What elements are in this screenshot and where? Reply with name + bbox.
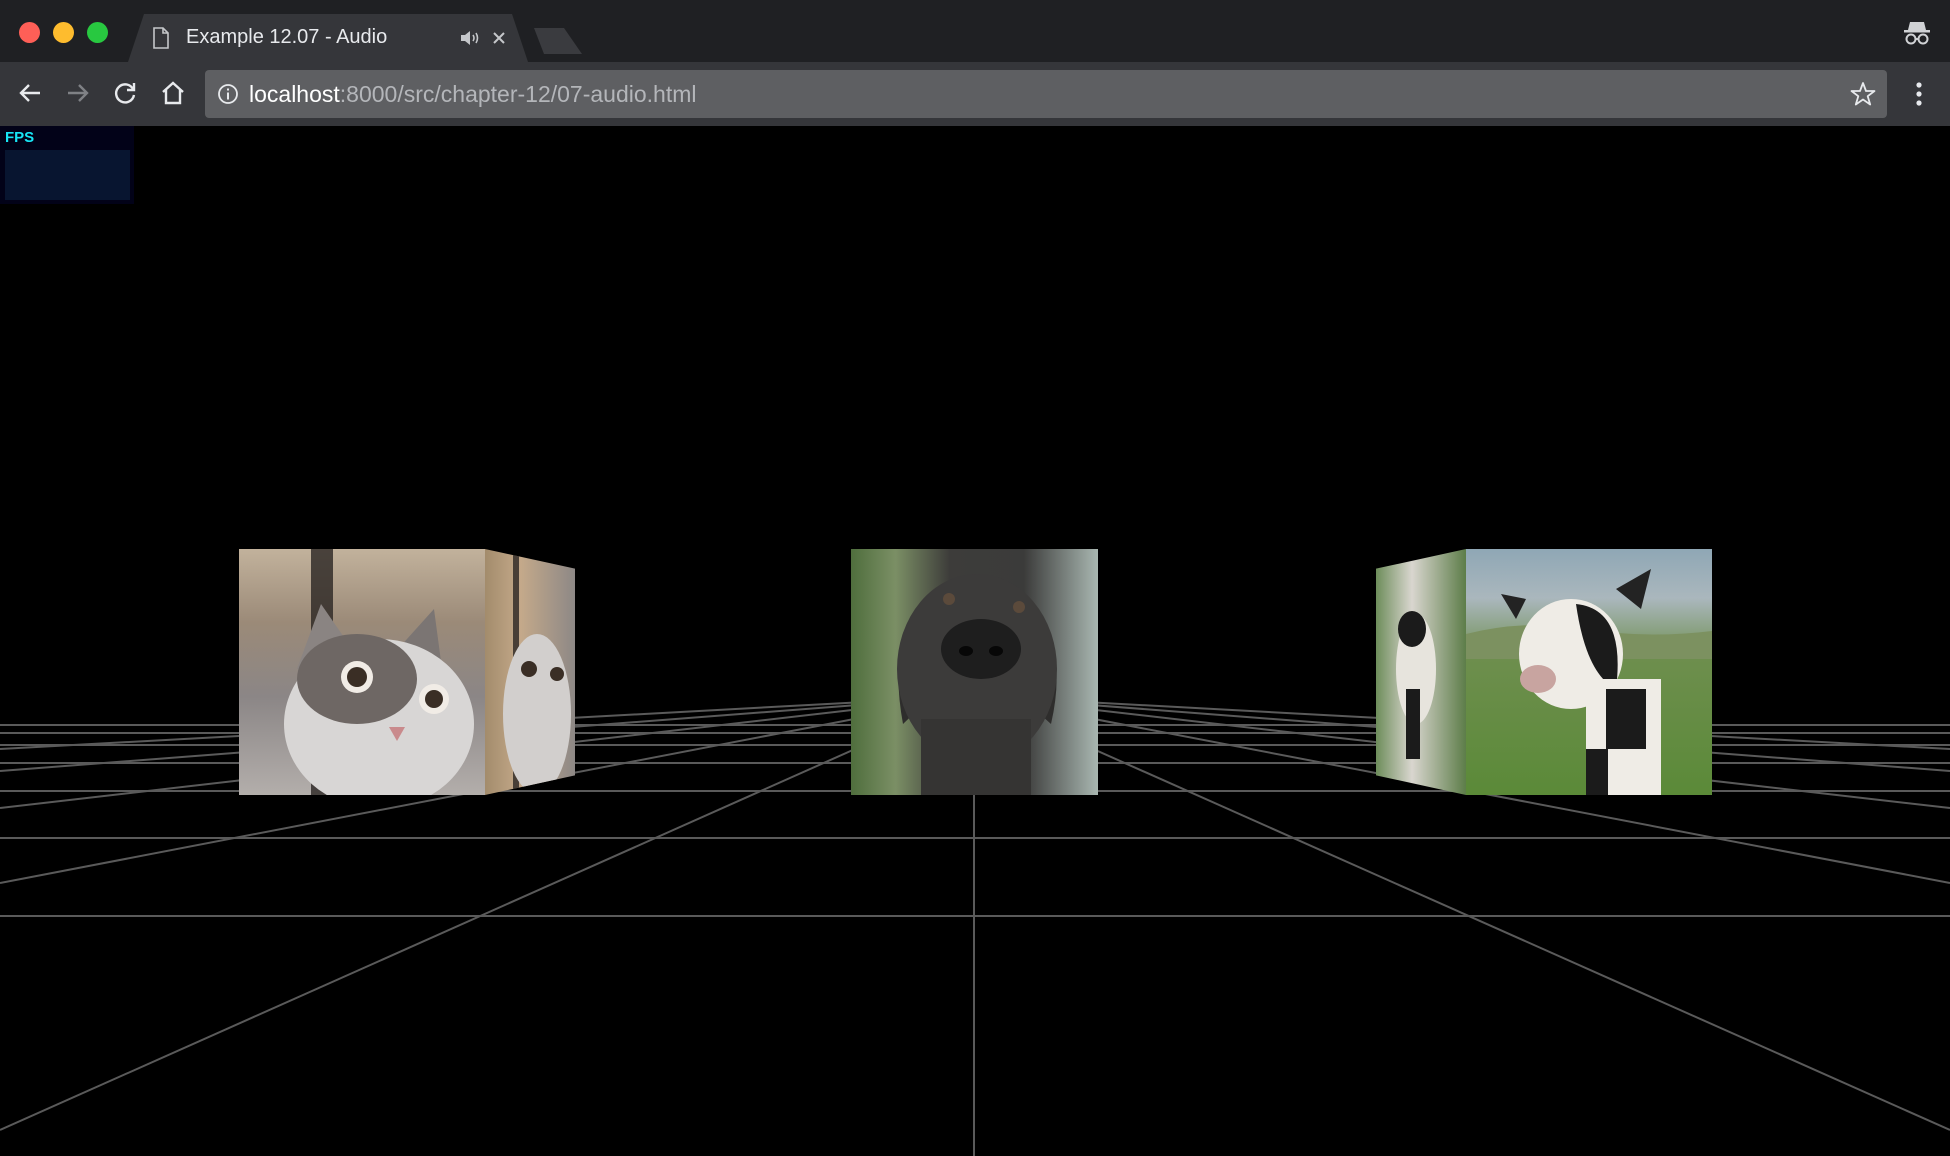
url-host: localhost [249, 81, 340, 107]
reload-button[interactable] [109, 77, 141, 109]
arrow-left-icon [19, 84, 40, 102]
home-icon [162, 81, 184, 105]
cow-image [1466, 569, 1712, 795]
url-path: :8000/src/chapter-12/07-audio.html [339, 81, 697, 107]
tab-example-audio[interactable]: Example 12.07 - Audio [128, 14, 528, 62]
tab-strip: Example 12.07 - Audio [0, 0, 1950, 62]
address-bar[interactable]: localhost:8000/src/chapter-12/07-audio.h… [205, 70, 1887, 118]
arrow-right-icon [68, 84, 89, 102]
forward-button[interactable] [62, 77, 94, 109]
fps-label: FPS [5, 129, 35, 146]
dog-image [897, 574, 1057, 795]
browser-window: Example 12.07 - Audio localhost:8000/src… [0, 0, 1950, 1156]
zoom-window-button[interactable] [87, 22, 108, 43]
cow-cube-side[interactable] [1376, 549, 1466, 795]
url-text[interactable]: localhost:8000/src/chapter-12/07-audio.h… [249, 81, 696, 108]
close-window-button[interactable] [19, 22, 40, 43]
incognito-icon [1904, 22, 1930, 45]
cow-cube-front[interactable] [1466, 549, 1712, 795]
new-tab-button[interactable] [526, 28, 582, 54]
home-button[interactable] [157, 77, 189, 109]
tab-close-icon[interactable] [488, 27, 510, 49]
cat-side-image [503, 549, 571, 795]
reload-icon [114, 83, 136, 104]
dog-cube-front[interactable] [851, 549, 1098, 795]
info-icon[interactable] [217, 83, 239, 105]
cat-cube-side[interactable] [485, 549, 575, 795]
minimize-window-button[interactable] [53, 22, 74, 43]
page-viewport[interactable]: FPS [0, 126, 1950, 1156]
kebab-menu-icon[interactable] [1906, 78, 1932, 110]
star-icon[interactable] [1849, 80, 1877, 108]
fps-stats-panel[interactable]: FPS [0, 126, 134, 204]
speaker-icon[interactable] [459, 29, 481, 47]
toolbar: localhost:8000/src/chapter-12/07-audio.h… [0, 62, 1950, 126]
document-icon [152, 27, 170, 49]
tab-title: Example 12.07 - Audio [186, 26, 388, 48]
cat-cube-front[interactable] [239, 549, 485, 795]
fps-graph [5, 150, 130, 200]
cat-image [284, 549, 474, 795]
back-button[interactable] [14, 77, 46, 109]
cow-side-image [1396, 611, 1436, 759]
